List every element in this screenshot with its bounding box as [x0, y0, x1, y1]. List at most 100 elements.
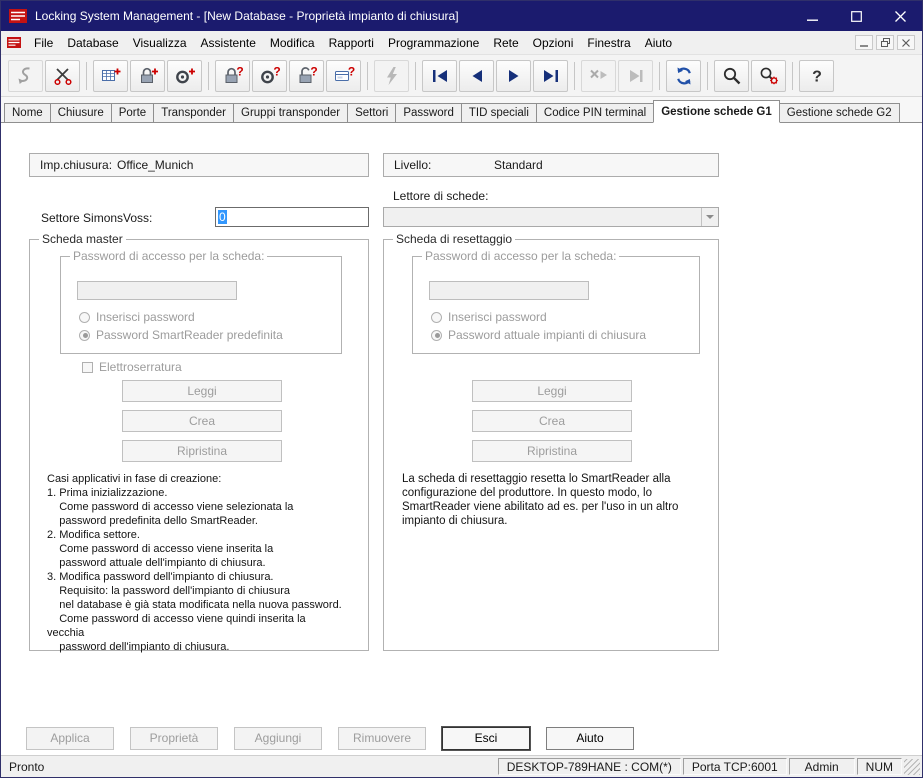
tab-codice-pin-terminal[interactable]: Codice PIN terminal [536, 103, 654, 122]
menu-rete[interactable]: Rete [486, 33, 525, 53]
tab-chiusure[interactable]: Chiusure [50, 103, 112, 122]
tab-gestione-schede-g2[interactable]: Gestione schede G2 [779, 103, 900, 122]
reset-card-group-title: Scheda di resettaggio [393, 232, 515, 246]
add-transponder-icon [174, 65, 196, 87]
master-password-input[interactable] [77, 281, 237, 300]
tab-nome[interactable]: Nome [4, 103, 51, 122]
read-transponder-button[interactable]: ? [252, 60, 287, 92]
menu-opzioni[interactable]: Opzioni [526, 33, 581, 53]
tab-gestione-schede-g1[interactable]: Gestione schede G1 [653, 100, 780, 123]
menu-visualizza[interactable]: Visualizza [126, 33, 194, 53]
last-record-button[interactable] [533, 60, 568, 92]
minimize-button[interactable] [790, 1, 834, 31]
disconnect-icon [52, 65, 74, 87]
radio-default-smartreader-password[interactable]: Password SmartReader predefinita [79, 328, 283, 342]
titlebar: Locking System Management - [New Databas… [1, 1, 922, 31]
level-label: Livello: [394, 158, 431, 172]
dropdown-arrow-button[interactable] [701, 208, 718, 226]
mdi-close-button[interactable] [897, 35, 915, 50]
last-record-icon [540, 65, 562, 87]
help-button[interactable]: ? [799, 60, 834, 92]
tab-porte[interactable]: Porte [111, 103, 155, 122]
exit-button[interactable]: Esci [442, 727, 530, 750]
menu-assistente[interactable]: Assistente [194, 33, 263, 53]
add-transponder-button[interactable] [167, 60, 202, 92]
menu-modifica[interactable]: Modifica [263, 33, 322, 53]
radio-enter-password-reset[interactable]: Inserisci password [431, 310, 547, 324]
menu-database[interactable]: Database [60, 33, 125, 53]
radio-label: Inserisci password [448, 310, 547, 324]
sector-input[interactable]: 0 [215, 207, 369, 227]
radio-label: Password SmartReader predefinita [96, 328, 283, 342]
master-create-button[interactable]: Crea [122, 410, 282, 432]
info-line: 1. Prima inizializzazione. [47, 486, 342, 500]
refresh-button[interactable] [666, 60, 701, 92]
info-line: nel database è già stata modificata nell… [47, 598, 342, 612]
maximize-button[interactable] [834, 1, 878, 31]
checkbox-icon[interactable] [82, 362, 93, 373]
disconnect-button[interactable] [45, 60, 80, 92]
radio-enter-password[interactable]: Inserisci password [79, 310, 195, 324]
properties-button[interactable]: Proprietà [130, 727, 218, 750]
tab-transponder[interactable]: Transponder [153, 103, 234, 122]
radio-icon[interactable] [431, 312, 442, 323]
add-button[interactable]: Aggiungi [234, 727, 322, 750]
prev-record-icon [466, 65, 488, 87]
add-locking-system-button[interactable] [93, 60, 128, 92]
next-record-icon [503, 65, 525, 87]
radio-label: Inserisci password [96, 310, 195, 324]
tab-password[interactable]: Password [395, 103, 462, 122]
master-restore-button[interactable]: Ripristina [122, 440, 282, 462]
mdi-minimize-button[interactable] [855, 35, 873, 50]
locking-system-value: Office_Munich [117, 158, 193, 172]
skip-record-button[interactable] [618, 60, 653, 92]
reset-create-button[interactable]: Crea [472, 410, 632, 432]
master-read-button[interactable]: Leggi [122, 380, 282, 402]
radio-label: Password attuale impianti di chiusura [448, 328, 646, 342]
next-record-button[interactable] [496, 60, 531, 92]
mdi-restore-button[interactable] [876, 35, 894, 50]
reset-password-input[interactable] [429, 281, 589, 300]
tab-settori[interactable]: Settori [347, 103, 396, 122]
read-card-button[interactable]: ? [326, 60, 361, 92]
radio-icon[interactable] [79, 312, 90, 323]
read-lock-button[interactable]: ? [215, 60, 250, 92]
help-button[interactable]: Aiuto [546, 727, 634, 750]
skip-record-icon [625, 65, 647, 87]
add-lock-button[interactable] [130, 60, 165, 92]
radio-icon[interactable] [79, 330, 90, 341]
menu-aiuto[interactable]: Aiuto [638, 33, 679, 53]
first-record-button[interactable] [422, 60, 457, 92]
menu-file[interactable]: File [27, 33, 60, 53]
search-button[interactable] [714, 60, 749, 92]
cancel-programming-button[interactable] [581, 60, 616, 92]
card-reader-select[interactable] [383, 207, 719, 227]
toolbar-separator [792, 62, 793, 90]
reset-restore-button[interactable]: Ripristina [472, 440, 632, 462]
read-unknown-lock-button[interactable]: ? [289, 60, 324, 92]
reset-read-button[interactable]: Leggi [472, 380, 632, 402]
close-button[interactable] [878, 1, 922, 31]
tab-gruppi-transponder[interactable]: Gruppi transponder [233, 103, 348, 122]
prev-record-button[interactable] [459, 60, 494, 92]
filter-settings-button[interactable] [751, 60, 786, 92]
radio-icon[interactable] [431, 330, 442, 341]
electro-lock-checkbox-row[interactable]: Elettroserratura [82, 360, 182, 374]
resize-grip[interactable] [904, 759, 920, 775]
sector-value: 0 [218, 210, 227, 224]
master-password-group-title: Password di accesso per la scheda: [70, 249, 267, 263]
menu-programmazione[interactable]: Programmazione [381, 33, 486, 53]
menu-finestra[interactable]: Finestra [580, 33, 637, 53]
info-line: Requisito: la password dell'impianto di … [47, 584, 342, 598]
reset-password-group: Password di accesso per la scheda: Inser… [412, 256, 700, 354]
connect-button[interactable] [8, 60, 43, 92]
remove-button[interactable]: Rimuovere [338, 727, 426, 750]
program-button[interactable] [374, 60, 409, 92]
menubar: FileDatabaseVisualizzaAssistenteModifica… [1, 31, 922, 55]
tab-tid-speciali[interactable]: TID speciali [461, 103, 537, 122]
info-line: 3. Modifica password dell'impianto di ch… [47, 570, 342, 584]
apply-button[interactable]: Applica [26, 727, 114, 750]
menu-rapporti[interactable]: Rapporti [322, 33, 381, 53]
radio-current-system-password[interactable]: Password attuale impianti di chiusura [431, 328, 646, 342]
status-segment: Admin [789, 758, 855, 775]
